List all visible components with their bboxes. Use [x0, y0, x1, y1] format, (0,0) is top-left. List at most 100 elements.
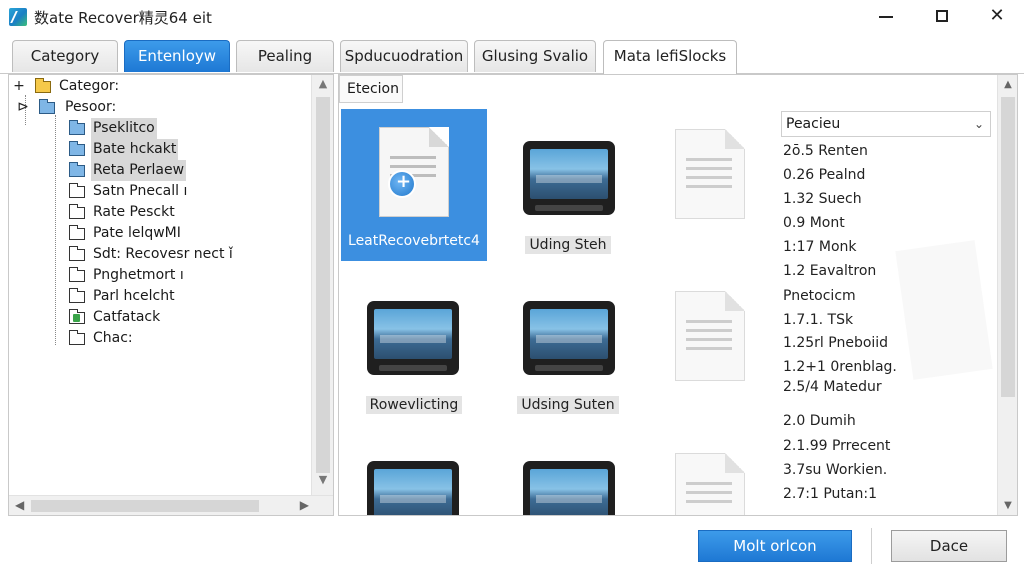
list-item[interactable]: 2.1.99 Prrecent	[783, 438, 890, 460]
tree-item-label: Pnghetmort ı	[93, 267, 184, 283]
folder-icon	[69, 183, 85, 198]
content-vertical-scrollbar[interactable]: ▲ ▼	[997, 75, 1017, 515]
expand-icon[interactable]: +	[13, 76, 25, 97]
tree-item-satn-pnecall[interactable]: Satn Pnecall ı	[13, 181, 313, 202]
file-view-pane: Etecion LeatRecovebrtetc4 Uding Steh Row…	[338, 74, 1018, 516]
tab-category[interactable]: Category	[12, 40, 118, 72]
tree-item-label: Pesoor:	[65, 99, 117, 115]
spreadsheet-folder-icon	[69, 309, 85, 324]
collapse-icon[interactable]: ⊳	[17, 97, 29, 118]
file-item[interactable]	[495, 433, 641, 515]
tree-item-label: Catfatack	[93, 309, 161, 325]
tree-item-parl-hcelcht[interactable]: Parl hcelcht	[13, 286, 313, 307]
file-item[interactable]: Rowevlicting	[341, 271, 487, 423]
file-item[interactable]	[649, 433, 795, 515]
window-title: 数ate Recover精灵64 eit	[34, 9, 212, 27]
folder-icon	[69, 288, 85, 303]
list-item[interactable]: 1.25rl Pneboiid	[783, 335, 888, 357]
tab-glusing-svalio[interactable]: Glusing Svalio	[474, 40, 596, 72]
app-logo-icon	[9, 8, 27, 26]
minimize-button[interactable]	[866, 4, 906, 30]
list-item[interactable]: 2ō.5 Renten	[783, 143, 868, 165]
maximize-icon	[936, 10, 948, 22]
tab-mata-lefislocks[interactable]: Mata lefiSlocks	[603, 40, 737, 74]
divider	[871, 528, 872, 564]
folder-icon	[69, 267, 85, 282]
title-bar: 数ate Recover精灵64 eit ✕	[0, 0, 1024, 34]
tree-item-chac[interactable]: Chac:	[13, 328, 313, 349]
document-icon	[675, 291, 745, 381]
close-button[interactable]: ✕	[977, 4, 1017, 30]
list-item[interactable]: 0.26 Pealnd	[783, 167, 865, 189]
tree-horizontal-scrollbar[interactable]: ◀ ▶	[9, 495, 333, 515]
folder-icon	[69, 204, 85, 219]
scroll-left-icon[interactable]: ◀	[15, 498, 24, 512]
list-item[interactable]: 3.7su Workien.	[783, 462, 887, 484]
scroll-thumb[interactable]	[1001, 97, 1015, 397]
file-label: LeatRecovebrtetc4	[348, 233, 480, 249]
folder-icon	[69, 120, 85, 135]
background-document-graphic	[895, 240, 993, 380]
tree-item-label: Sdt: Recovesr nect ǐ	[93, 246, 233, 262]
tree-vertical-scrollbar[interactable]: ▲ ▼	[311, 75, 333, 495]
list-item[interactable]: 1:17 Monk	[783, 239, 857, 261]
file-item[interactable]	[649, 271, 795, 423]
list-item[interactable]: 2.5/4 Matedur	[783, 379, 882, 401]
tree-item-pseklitco[interactable]: Pseklitco	[13, 118, 313, 139]
tree-item-pesoor[interactable]: ⊳ Pesoor:	[13, 97, 313, 118]
monitor-icon	[523, 461, 615, 515]
sort-dropdown[interactable]: Peacieu ⌄	[781, 111, 991, 137]
tree-item-sdt-recovesr[interactable]: Sdt: Recovesr nect ǐ	[13, 244, 313, 265]
tree-item-pate-lelqwmi[interactable]: Pate lelqwMI	[13, 223, 313, 244]
file-item[interactable]: Uding Steh	[495, 109, 641, 261]
file-item[interactable]	[649, 109, 795, 261]
tree-item-categor[interactable]: + Categor:	[13, 76, 313, 97]
list-item[interactable]: 1.7.1. TSk	[783, 312, 853, 334]
list-item[interactable]: Pnetocicm	[783, 288, 856, 310]
tree-item-label: Reta Perlaew	[91, 160, 187, 181]
list-item[interactable]: 1.2 Eavaltron	[783, 263, 876, 285]
list-item[interactable]: 0.9 Mont	[783, 215, 845, 237]
minimize-icon	[879, 16, 893, 18]
list-item[interactable]: 2.0 Dumih	[783, 413, 856, 435]
document-recover-icon	[379, 127, 449, 217]
cancel-button[interactable]: Dace	[891, 530, 1007, 562]
file-item[interactable]: LeatRecovebrtetc4	[341, 109, 487, 261]
tree-item-label: Bate hckakt	[91, 139, 179, 160]
tab-spducuodration[interactable]: Spducuodration	[340, 40, 468, 72]
tree-item-catfatack[interactable]: Catfatack	[13, 307, 313, 328]
scroll-thumb[interactable]	[31, 500, 259, 512]
scroll-right-icon[interactable]: ▶	[300, 498, 309, 512]
monitor-icon	[367, 461, 459, 515]
maximize-button[interactable]	[922, 4, 962, 30]
tree-item-reta-perlaew[interactable]: Reta Perlaew	[13, 160, 313, 181]
tab-pealing[interactable]: Pealing	[236, 40, 334, 72]
tree-item-label: Pate lelqwMI	[93, 225, 181, 241]
folder-icon	[69, 162, 85, 177]
folder-icon	[69, 141, 85, 156]
tree-item-rate-pesckt[interactable]: Rate Pesckt	[13, 202, 313, 223]
tree-item-label: Satn Pnecall ı	[93, 183, 188, 199]
folder-icon	[69, 246, 85, 261]
tab-entenloyw[interactable]: Entenloyw	[124, 40, 230, 72]
list-item[interactable]: 1.2+1 0renblag.	[783, 359, 897, 381]
category-tree: + Categor: ⊳ Pesoor: Pseklitco Bate hcka…	[8, 74, 334, 516]
list-item[interactable]: 2.7:1 Putan:1	[783, 486, 877, 508]
file-item[interactable]	[341, 433, 487, 515]
primary-action-button[interactable]: Molt orlcon	[698, 530, 852, 562]
document-icon	[675, 453, 745, 515]
scroll-thumb[interactable]	[316, 97, 330, 473]
scroll-up-icon[interactable]: ▲	[312, 77, 334, 97]
close-icon: ✕	[989, 5, 1005, 26]
folder-icon	[69, 330, 85, 345]
list-item[interactable]: 1.32 Suech	[783, 191, 862, 213]
tree-item-label: Rate Pesckt	[93, 204, 175, 220]
scroll-up-icon[interactable]: ▲	[998, 79, 1018, 90]
tree-item-label: Parl hcelcht	[93, 288, 175, 304]
scroll-down-icon[interactable]: ▼	[998, 500, 1018, 511]
column-header-etecion[interactable]: Etecion	[339, 75, 403, 103]
scroll-down-icon[interactable]: ▼	[312, 473, 334, 493]
tree-item-bate-hckakt[interactable]: Bate hckakt	[13, 139, 313, 160]
file-item[interactable]: Udsing Suten	[495, 271, 641, 423]
tree-item-pnghetmort[interactable]: Pnghetmort ı	[13, 265, 313, 286]
